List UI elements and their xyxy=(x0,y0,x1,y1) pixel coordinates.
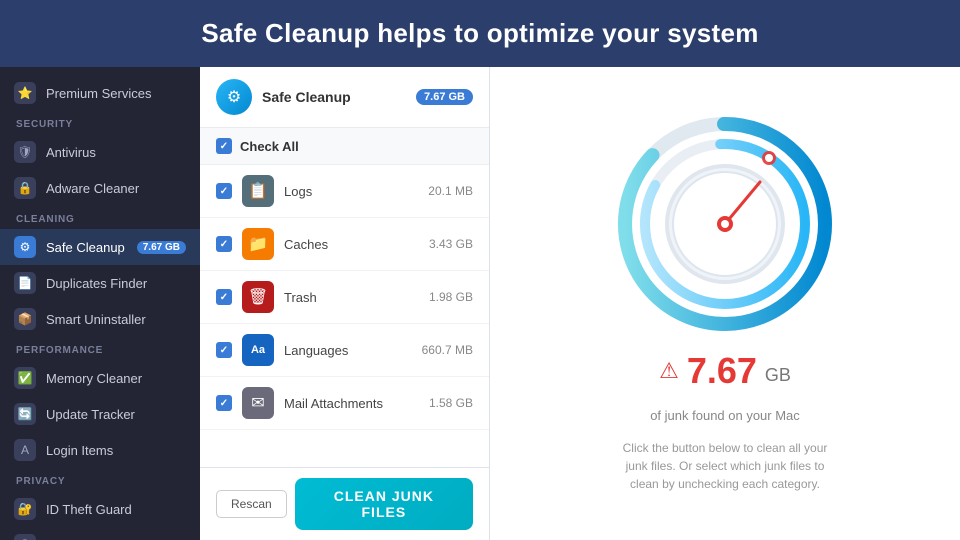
sidebar-item-privateconnect[interactable]: 🛡 Private Connect xyxy=(0,527,200,540)
sidebar: ⭐ Premium Services Security 🛡 Antivirus … xyxy=(0,67,200,540)
file-item-name-2: Trash xyxy=(284,290,419,305)
file-panel: ⚙ Safe Cleanup 7.67 GB Check All 📋 Logs … xyxy=(200,67,490,540)
privacy-icon: 🛡 xyxy=(14,534,36,540)
panel-area: ⚙ Safe Cleanup 7.67 GB Check All 📋 Logs … xyxy=(200,67,960,540)
clean-junk-button[interactable]: CLEAN JUNK FILES xyxy=(295,478,473,530)
sidebar-item-update[interactable]: 🔄 Update Tracker xyxy=(0,396,200,432)
cleanup-icon: ⚙ xyxy=(14,236,36,258)
memory-icon: ✅ xyxy=(14,367,36,389)
file-item-name-4: Mail Attachments xyxy=(284,396,419,411)
main-content: ⭐ Premium Services Security 🛡 Antivirus … xyxy=(0,67,960,540)
sidebar-label-memory: Memory Cleaner xyxy=(46,371,142,386)
file-checkbox-3[interactable] xyxy=(216,342,232,358)
check-all-label: Check All xyxy=(240,139,299,154)
file-item[interactable]: 🗑 Trash 1.98 GB xyxy=(200,271,489,324)
adware-icon: 🔒 xyxy=(14,177,36,199)
antivirus-icon: 🛡 xyxy=(14,141,36,163)
section-performance-label: Performance xyxy=(0,337,200,360)
header-banner: Safe Cleanup helps to optimize your syst… xyxy=(0,0,960,67)
file-checkbox-2[interactable] xyxy=(216,289,232,305)
rescan-button[interactable]: Rescan xyxy=(216,490,287,518)
file-checkbox-1[interactable] xyxy=(216,236,232,252)
gauge-panel: ⚠ 7.67 GB of junk found on your Mac Clic… xyxy=(490,67,960,540)
sidebar-label-uninstaller: Smart Uninstaller xyxy=(46,312,146,327)
file-checkbox-0[interactable] xyxy=(216,183,232,199)
file-item-size-2: 1.98 GB xyxy=(429,290,473,304)
file-panel-title: Safe Cleanup xyxy=(262,89,351,105)
sidebar-item-safecleanup[interactable]: ⚙ Safe Cleanup 7.67 GB xyxy=(0,229,200,265)
sidebar-item-adware[interactable]: 🔒 Adware Cleaner xyxy=(0,170,200,206)
header-title: Safe Cleanup helps to optimize your syst… xyxy=(30,18,930,49)
premium-icon: ⭐ xyxy=(14,82,36,104)
file-icon-0: 📋 xyxy=(242,175,274,207)
sidebar-item-memory[interactable]: ✅ Memory Cleaner xyxy=(0,360,200,396)
file-item[interactable]: 📁 Caches 3.43 GB xyxy=(200,218,489,271)
sidebar-item-idtheft[interactable]: 🔐 ID Theft Guard xyxy=(0,491,200,527)
sidebar-label-adware: Adware Cleaner xyxy=(46,181,139,196)
cleanup-badge: 7.67 GB xyxy=(137,241,186,254)
check-all-checkbox[interactable] xyxy=(216,138,232,154)
file-list: 📋 Logs 20.1 MB 📁 Caches 3.43 GB 🗑 Trash … xyxy=(200,165,489,467)
sidebar-item-label-premium: Premium Services xyxy=(46,86,151,101)
login-icon: A xyxy=(14,439,36,461)
file-item[interactable]: Aa Languages 660.7 MB xyxy=(200,324,489,377)
file-item-name-0: Logs xyxy=(284,184,418,199)
sidebar-label-cleanup: Safe Cleanup xyxy=(46,240,125,255)
safe-cleanup-header-icon: ⚙ xyxy=(216,79,252,115)
file-icon-4: ✉ xyxy=(242,387,274,419)
sidebar-item-login[interactable]: A Login Items xyxy=(0,432,200,468)
file-item-size-1: 3.43 GB xyxy=(429,237,473,251)
warning-icon: ⚠ xyxy=(659,358,679,384)
total-size-badge: 7.67 GB xyxy=(416,89,473,105)
section-cleaning-label: Cleaning xyxy=(0,206,200,229)
section-privacy-label: Privacy xyxy=(0,468,200,491)
file-item-name-3: Languages xyxy=(284,343,412,358)
sidebar-item-premium[interactable]: ⭐ Premium Services xyxy=(0,75,200,111)
gauge-description: Click the button below to clean all your… xyxy=(615,439,835,493)
gauge-value-display: ⚠ 7.67 GB xyxy=(659,350,791,392)
idtheft-icon: 🔐 xyxy=(14,498,36,520)
sidebar-item-antivirus[interactable]: 🛡 Antivirus xyxy=(0,134,200,170)
sidebar-label-antivirus: Antivirus xyxy=(46,145,96,160)
gauge-container xyxy=(615,114,835,334)
sidebar-label-update: Update Tracker xyxy=(46,407,135,422)
sidebar-label-login: Login Items xyxy=(46,443,113,458)
gauge-unit: GB xyxy=(765,365,791,386)
section-security-label: Security xyxy=(0,111,200,134)
gauge-subtitle: of junk found on your Mac xyxy=(650,408,800,423)
file-icon-2: 🗑 xyxy=(242,281,274,313)
check-all-row[interactable]: Check All xyxy=(200,128,489,165)
duplicates-icon: 📄 xyxy=(14,272,36,294)
file-item-size-0: 20.1 MB xyxy=(428,184,473,198)
sidebar-label-duplicates: Duplicates Finder xyxy=(46,276,147,291)
file-icon-3: Aa xyxy=(242,334,274,366)
file-item-size-3: 660.7 MB xyxy=(422,343,473,357)
gauge-svg xyxy=(615,114,835,334)
file-panel-footer: Rescan CLEAN JUNK FILES xyxy=(200,467,489,540)
file-icon-1: 📁 xyxy=(242,228,274,260)
file-item[interactable]: 📋 Logs 20.1 MB xyxy=(200,165,489,218)
file-item-name-1: Caches xyxy=(284,237,419,252)
uninstall-icon: 📦 xyxy=(14,308,36,330)
update-icon: 🔄 xyxy=(14,403,36,425)
gauge-number: 7.67 xyxy=(687,350,757,392)
sidebar-label-idtheft: ID Theft Guard xyxy=(46,502,132,517)
file-panel-header: ⚙ Safe Cleanup 7.67 GB xyxy=(200,67,489,128)
file-checkbox-4[interactable] xyxy=(216,395,232,411)
file-item[interactable]: ✉ Mail Attachments 1.58 GB xyxy=(200,377,489,430)
sidebar-item-uninstaller[interactable]: 📦 Smart Uninstaller xyxy=(0,301,200,337)
sidebar-item-duplicates[interactable]: 📄 Duplicates Finder xyxy=(0,265,200,301)
file-item-size-4: 1.58 GB xyxy=(429,396,473,410)
